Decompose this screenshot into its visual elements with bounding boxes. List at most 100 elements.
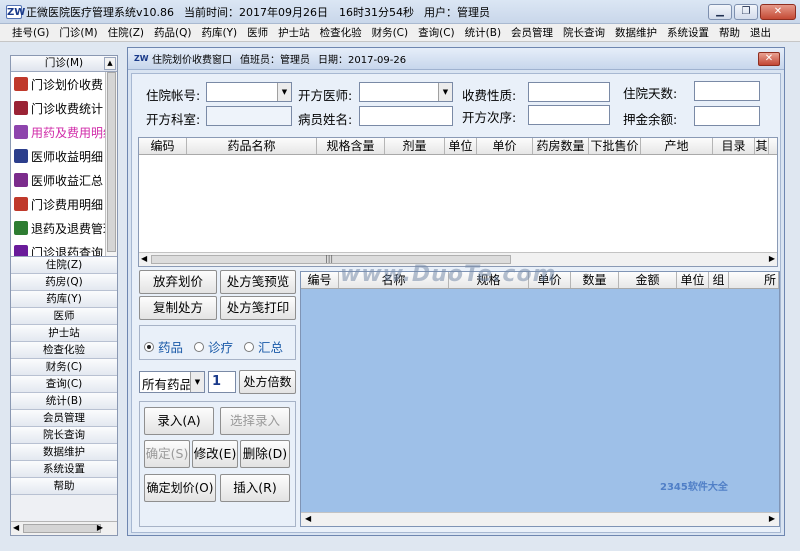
scroll-right-icon[interactable]: ▶ bbox=[769, 254, 775, 263]
nav-pharmacy-room[interactable]: 药房(Q) bbox=[11, 274, 117, 291]
menu-physician[interactable]: 医师 bbox=[247, 25, 268, 40]
chevron-down-icon[interactable]: ▼ bbox=[438, 83, 452, 101]
list-item[interactable]: 医师收益明细 bbox=[11, 144, 117, 168]
enter-button[interactable]: 录入(A) bbox=[144, 407, 214, 435]
account-select[interactable]: ▼ bbox=[206, 82, 292, 102]
scroll-left-icon[interactable]: ◀ bbox=[13, 523, 19, 532]
select-enter-button[interactable]: 选择录入 bbox=[220, 407, 290, 435]
column-header[interactable]: 单价 bbox=[477, 138, 533, 154]
vertical-scrollbar[interactable] bbox=[105, 72, 117, 256]
radio-drugs[interactable]: 药品 bbox=[144, 337, 183, 356]
confirm-button[interactable]: 确定(S) bbox=[144, 440, 190, 468]
delete-button[interactable]: 删除(D) bbox=[240, 440, 290, 468]
list-item[interactable]: 门诊费用明细 bbox=[11, 192, 117, 216]
nav-director-query[interactable]: 院长查询 bbox=[11, 427, 117, 444]
minimize-icon[interactable]: ▁ bbox=[708, 4, 732, 20]
list-item[interactable]: 退药及退费管理 bbox=[11, 216, 117, 240]
nav-lab[interactable]: 检查化验 bbox=[11, 342, 117, 359]
chevron-down-icon[interactable]: ▼ bbox=[190, 372, 204, 392]
list-item[interactable]: 医师收益汇总 bbox=[11, 168, 117, 192]
radio-treatment[interactable]: 诊疗 bbox=[194, 337, 233, 356]
menu-statistics[interactable]: 统计(B) bbox=[465, 25, 501, 40]
insert-button[interactable]: 插入(R) bbox=[220, 474, 290, 502]
list-item[interactable]: 门诊收费统计 bbox=[11, 96, 117, 120]
nav-physician[interactable]: 医师 bbox=[11, 308, 117, 325]
column-header[interactable]: 单位 bbox=[445, 138, 477, 154]
menu-data-maintenance[interactable]: 数据维护 bbox=[615, 25, 657, 40]
outlook-group-outpatient[interactable]: 门诊(M) ▲ bbox=[11, 56, 117, 72]
order-field[interactable] bbox=[528, 105, 610, 125]
column-header[interactable]: 规格含量 bbox=[317, 138, 385, 154]
abandon-price-button[interactable]: 放弃划价 bbox=[139, 270, 217, 294]
days-field[interactable] bbox=[694, 81, 760, 101]
column-header[interactable]: 药品名称 bbox=[187, 138, 317, 154]
rx-multiple-field[interactable]: 1 bbox=[208, 371, 236, 393]
scroll-up-icon[interactable]: ▲ bbox=[104, 57, 116, 70]
nav-statistics[interactable]: 统计(B) bbox=[11, 393, 117, 410]
confirm-price-button[interactable]: 确定划价(O) bbox=[144, 474, 216, 502]
scroll-left-icon[interactable]: ◀ bbox=[141, 254, 147, 263]
menu-exit[interactable]: 退出 bbox=[750, 25, 771, 40]
column-header[interactable]: 金额 bbox=[619, 272, 677, 288]
menu-nurse-station[interactable]: 护士站 bbox=[278, 25, 310, 40]
rx-preview-button[interactable]: 处方笺预览 bbox=[220, 270, 296, 294]
scroll-left-icon[interactable]: ◀ bbox=[305, 514, 311, 523]
menu-registration[interactable]: 挂号(G) bbox=[12, 25, 49, 40]
column-header[interactable]: 数量 bbox=[571, 272, 619, 288]
menu-query[interactable]: 查询(C) bbox=[418, 25, 455, 40]
horizontal-scrollbar[interactable]: ◀ ▶ bbox=[301, 512, 779, 526]
column-header[interactable]: 目录 bbox=[713, 138, 755, 154]
column-header[interactable]: 剂量 bbox=[385, 138, 445, 154]
dept-field[interactable] bbox=[206, 106, 292, 126]
menu-drugs[interactable]: 药品(Q) bbox=[154, 25, 191, 40]
menu-director-query[interactable]: 院长查询 bbox=[563, 25, 605, 40]
nav-nurse-station[interactable]: 护士站 bbox=[11, 325, 117, 342]
menu-pharmacy[interactable]: 药库(Y) bbox=[201, 25, 237, 40]
rx-multiple-button[interactable]: 处方倍数 bbox=[239, 370, 296, 394]
scroll-right-icon[interactable]: ▶ bbox=[97, 523, 103, 532]
column-header[interactable]: 产地 bbox=[641, 138, 713, 154]
column-header[interactable]: 编码 bbox=[139, 138, 187, 154]
menu-lab[interactable]: 检查化验 bbox=[320, 25, 362, 40]
radio-summary[interactable]: 汇总 bbox=[244, 337, 283, 356]
drug-filter-select[interactable]: 所有药品 ▼ bbox=[139, 371, 205, 393]
nav-member[interactable]: 会员管理 bbox=[11, 410, 117, 427]
horizontal-scrollbar[interactable]: ◀ ▶ bbox=[11, 521, 117, 535]
menu-member[interactable]: 会员管理 bbox=[511, 25, 553, 40]
column-header[interactable]: 组 bbox=[709, 272, 729, 288]
list-item[interactable]: 门诊退药查询 bbox=[11, 240, 117, 256]
scroll-thumb[interactable] bbox=[107, 72, 116, 252]
column-header[interactable]: 编号 bbox=[301, 272, 339, 288]
close-icon[interactable]: ✕ bbox=[758, 52, 780, 66]
modify-button[interactable]: 修改(E) bbox=[192, 440, 238, 468]
nav-data-maintenance[interactable]: 数据维护 bbox=[11, 444, 117, 461]
nav-query[interactable]: 查询(C) bbox=[11, 376, 117, 393]
nav-drug-store[interactable]: 药库(Y) bbox=[11, 291, 117, 308]
list-item[interactable]: 用药及费用明细 bbox=[11, 120, 117, 144]
menu-finance[interactable]: 财务(C) bbox=[372, 25, 409, 40]
menu-outpatient[interactable]: 门诊(M) bbox=[59, 25, 97, 40]
nav-system-settings[interactable]: 系统设置 bbox=[11, 461, 117, 478]
nav-finance[interactable]: 财务(C) bbox=[11, 359, 117, 376]
column-header[interactable]: 下批售价 bbox=[589, 138, 641, 154]
rx-print-button[interactable]: 处方笺打印 bbox=[220, 296, 296, 320]
column-header[interactable]: 所 bbox=[729, 272, 779, 288]
scroll-right-icon[interactable]: ▶ bbox=[769, 514, 775, 523]
chevron-down-icon[interactable]: ▼ bbox=[277, 83, 291, 101]
menu-system-settings[interactable]: 系统设置 bbox=[667, 25, 709, 40]
column-header[interactable]: 其 bbox=[755, 138, 769, 154]
patient-name-field[interactable] bbox=[359, 106, 453, 126]
deposit-field[interactable] bbox=[694, 106, 760, 126]
column-header[interactable]: 药房数量 bbox=[533, 138, 589, 154]
list-item[interactable]: 门诊划价收费 bbox=[11, 72, 117, 96]
nav-inpatient[interactable]: 住院(Z) bbox=[11, 257, 117, 274]
nature-field[interactable] bbox=[528, 82, 610, 102]
menu-help[interactable]: 帮助 bbox=[719, 25, 740, 40]
restore-icon[interactable]: ❐ bbox=[734, 4, 758, 20]
menu-inpatient[interactable]: 住院(Z) bbox=[108, 25, 144, 40]
column-header[interactable]: 单位 bbox=[677, 272, 709, 288]
nav-help[interactable]: 帮助 bbox=[11, 478, 117, 495]
doctor-select[interactable]: ▼ bbox=[359, 82, 453, 102]
copy-rx-button[interactable]: 复制处方 bbox=[139, 296, 217, 320]
close-icon[interactable]: ✕ bbox=[760, 4, 796, 20]
